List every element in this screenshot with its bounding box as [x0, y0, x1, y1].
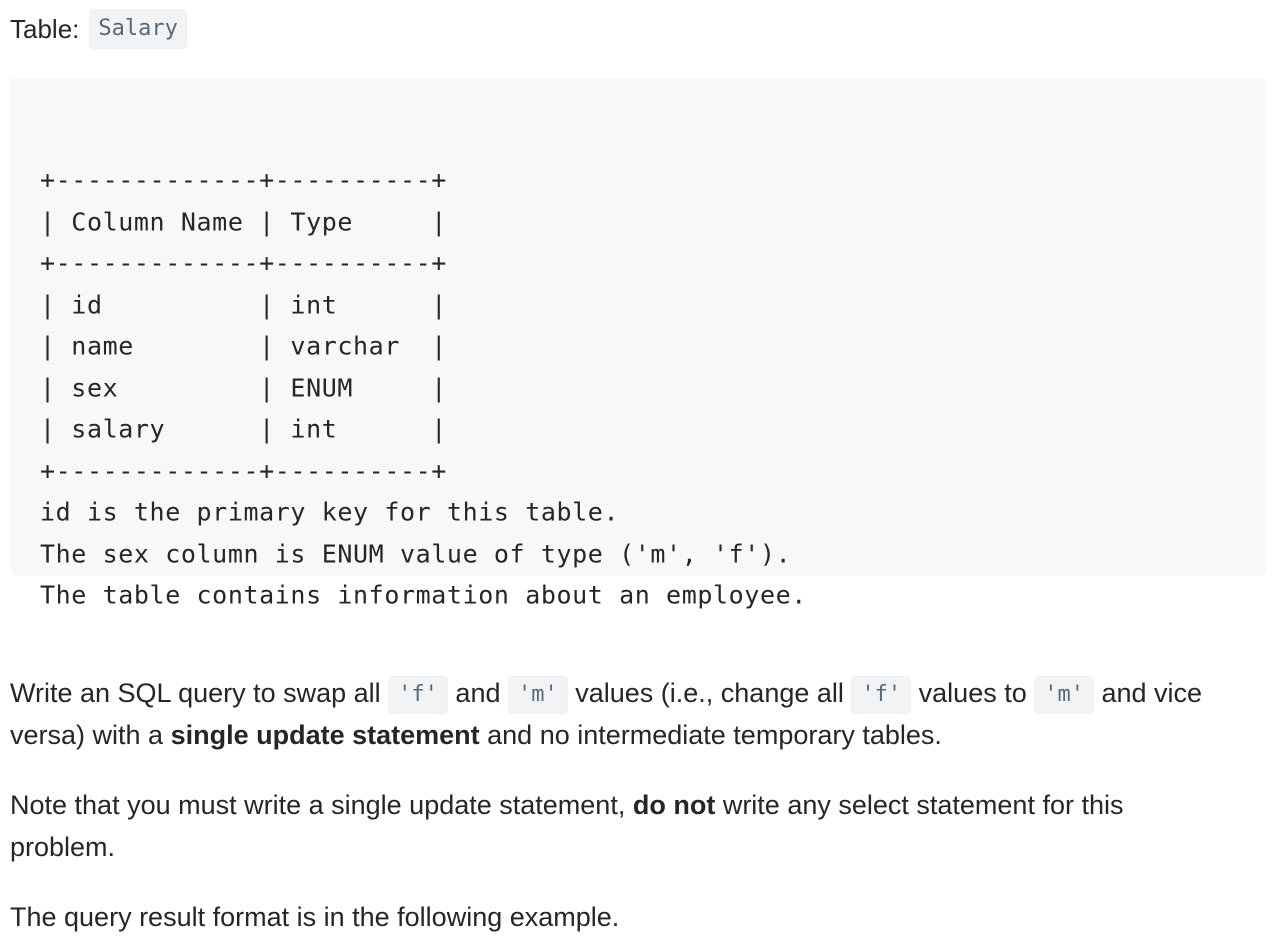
- note-paragraph: Note that you must write a single update…: [10, 784, 1230, 868]
- schema-line: The table contains information about an …: [40, 580, 807, 610]
- table-label-prefix: Table:: [10, 14, 80, 44]
- value-m-code: 'm': [1034, 676, 1094, 714]
- instruction-text: Write an SQL query to swap all: [10, 678, 389, 708]
- schema-line: | id | int |: [40, 290, 447, 319]
- instruction-text: values (i.e., change all: [567, 678, 852, 708]
- table-name-code: Salary: [89, 9, 187, 49]
- emphasis-text: single update statement: [170, 720, 480, 750]
- table-label: Table: Salary: [10, 9, 187, 49]
- schema-line: +-------------+----------+: [40, 248, 447, 278]
- schema-line: | name | varchar |: [40, 331, 447, 361]
- schema-line: +-------------+----------+: [40, 456, 447, 485]
- schema-line: +-------------+----------+: [40, 165, 447, 195]
- schema-line: | sex | ENUM |: [40, 373, 447, 402]
- instruction-text: and: [447, 678, 508, 708]
- schema-line: The sex column is ENUM value of type ('m…: [40, 539, 792, 568]
- emphasis-text: do not: [632, 790, 716, 820]
- instruction-text: values to: [911, 678, 1035, 708]
- result-format-paragraph: The query result format is in the follow…: [10, 902, 620, 932]
- value-f-code: 'f': [851, 676, 912, 714]
- schema-line: | Column Name | Type |: [40, 207, 447, 236]
- value-f-code: 'f': [388, 676, 448, 714]
- instruction-text: and no intermediate temporary tables.: [479, 720, 942, 750]
- schema-code-block: +-------------+----------+ | Column Name…: [10, 78, 1266, 610]
- note-text: Note that you must write a single update…: [10, 790, 633, 820]
- schema-text: +-------------+----------+ | Column Name…: [40, 160, 807, 617]
- schema-line: id is the primary key for this table.: [40, 497, 620, 527]
- instruction-paragraph: Write an SQL query to swap all 'f' and '…: [10, 672, 1230, 756]
- value-m-code: 'm': [507, 676, 568, 714]
- schema-line: | salary | int |: [40, 414, 447, 444]
